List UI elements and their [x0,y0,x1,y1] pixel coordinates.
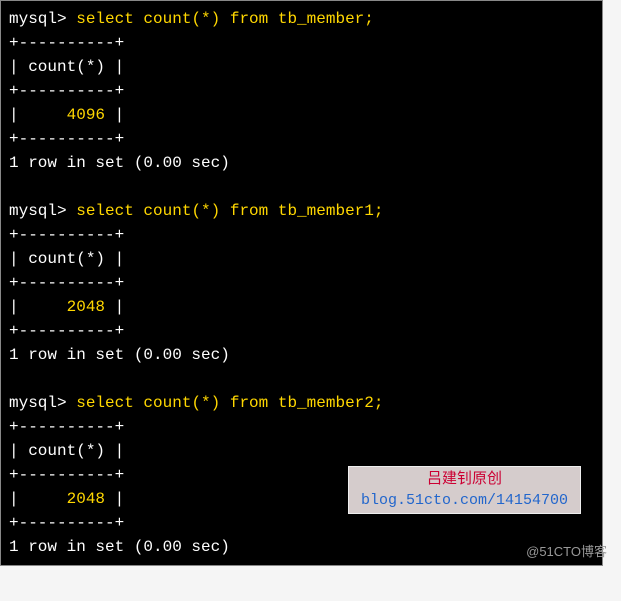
row-post: | [105,490,124,508]
mysql-prompt: mysql> [9,202,76,220]
table-border-top: +----------+ [9,418,124,436]
row-status: 1 row in set (0.00 sec) [9,346,230,364]
query-block-0: mysql> select count(*) from tb_member; +… [9,10,374,172]
query-block-1: mysql> select count(*) from tb_member1; … [9,202,383,364]
table-border-bot: +----------+ [9,514,124,532]
query-block-2: mysql> select count(*) from tb_member2; … [9,394,383,556]
sql-query: select count(*) from tb_member2; [76,394,383,412]
table-border-bot: +----------+ [9,130,124,148]
row-status: 1 row in set (0.00 sec) [9,538,230,556]
table-header: | count(*) | [9,58,124,76]
table-border-mid: +----------+ [9,274,124,292]
footer-credit: @51CTO博客 [526,541,607,560]
table-header: | count(*) | [9,250,124,268]
author-watermark: 吕建钊原创 blog.51cto.com/14154700 [348,466,581,514]
table-border-top: +----------+ [9,34,124,52]
count-value: 2048 [67,298,105,316]
table-border-top: +----------+ [9,226,124,244]
sql-query: select count(*) from tb_member; [76,10,374,28]
sql-query: select count(*) from tb_member1; [76,202,383,220]
count-value: 2048 [67,490,105,508]
count-value: 4096 [67,106,105,124]
table-border-mid: +----------+ [9,82,124,100]
row-post: | [105,298,124,316]
watermark-url: blog.51cto.com/14154700 [361,490,568,511]
table-border-mid: +----------+ [9,466,124,484]
row-post: | [105,106,124,124]
watermark-title: 吕建钊原创 [361,469,568,490]
mysql-prompt: mysql> [9,394,76,412]
row-pre: | [9,490,67,508]
row-pre: | [9,298,67,316]
table-header: | count(*) | [9,442,124,460]
row-pre: | [9,106,67,124]
table-border-bot: +----------+ [9,322,124,340]
row-status: 1 row in set (0.00 sec) [9,154,230,172]
mysql-prompt: mysql> [9,10,76,28]
